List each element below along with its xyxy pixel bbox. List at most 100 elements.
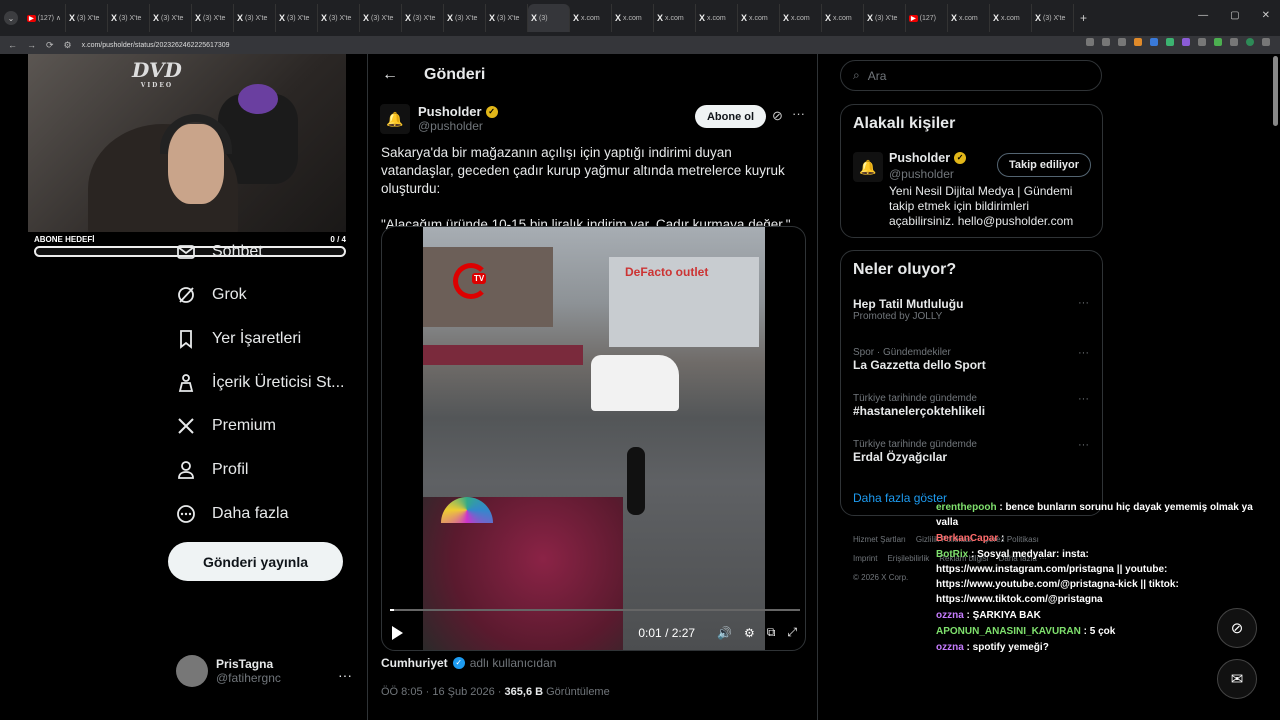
browser-tab[interactable]: X (3) X'te bbox=[234, 4, 276, 32]
browser-tab[interactable]: X (3) X'te bbox=[318, 4, 360, 32]
chat-username[interactable]: ozzna bbox=[936, 610, 964, 621]
extension-icon[interactable] bbox=[1214, 38, 1222, 46]
chat-username[interactable]: ozzna bbox=[936, 642, 964, 653]
nav-bookmarks[interactable]: Yer İşaretleri bbox=[176, 329, 301, 349]
related-handle[interactable]: @pusholder bbox=[889, 167, 954, 181]
browser-tab[interactable]: X (3) X'te bbox=[864, 4, 906, 32]
extension-icon[interactable] bbox=[1182, 38, 1190, 46]
chat-username[interactable]: erenthepooh bbox=[936, 502, 997, 513]
author-handle[interactable]: @pusholder bbox=[418, 119, 498, 133]
extension-icon[interactable] bbox=[1166, 38, 1174, 46]
footer-link[interactable]: Imprint bbox=[853, 554, 877, 563]
trend-more-icon[interactable]: ··· bbox=[1078, 393, 1089, 405]
back-icon[interactable]: ← bbox=[8, 40, 17, 50]
related-name[interactable]: Pusholder bbox=[889, 151, 950, 165]
profile-avatar-icon[interactable] bbox=[1246, 38, 1254, 46]
trend-item[interactable]: Spor · Gündemdekiler La Gazzetta dello Sp… bbox=[853, 347, 1089, 372]
trend-more-icon[interactable]: ··· bbox=[1078, 297, 1089, 309]
volume-icon[interactable]: 🔊 bbox=[717, 626, 732, 640]
nav-sohbet[interactable]: Sohbet bbox=[176, 242, 263, 262]
video-player[interactable]: DeFacto outlet TV 0:01 / 2:27 🔊 ⚙ ⧉ ⤢ bbox=[381, 226, 806, 651]
source-name[interactable]: Cumhuriyet bbox=[381, 656, 448, 670]
browser-tab[interactable]: X (3) bbox=[528, 4, 570, 32]
browser-tab[interactable]: Xx.com bbox=[612, 4, 654, 32]
browser-tab[interactable]: Xx.com bbox=[780, 4, 822, 32]
messages-fab-icon[interactable]: ✉ bbox=[1217, 659, 1257, 699]
account-more-icon[interactable]: ··· bbox=[338, 667, 352, 683]
zoom-icon[interactable] bbox=[1086, 38, 1094, 46]
new-tab-icon[interactable]: + bbox=[1080, 11, 1087, 25]
footer-link[interactable]: Erişilebilirlik bbox=[887, 554, 929, 563]
browser-tab[interactable]: X (3) X'te bbox=[402, 4, 444, 32]
show-more-link[interactable]: Daha fazla göster bbox=[853, 491, 947, 505]
extension-icon[interactable] bbox=[1198, 38, 1206, 46]
forward-icon[interactable]: → bbox=[27, 40, 36, 50]
play-icon[interactable] bbox=[392, 625, 403, 640]
chat-username[interactable]: APONUN_ANASINI_KAVURAN bbox=[936, 626, 1081, 637]
settings-gear-icon[interactable]: ⚙ bbox=[744, 626, 755, 640]
browser-tab[interactable]: ▶ (127) bbox=[906, 4, 948, 32]
browser-tab[interactable]: Xx.com bbox=[696, 4, 738, 32]
browser-tab[interactable]: Xx.com bbox=[738, 4, 780, 32]
trend-item[interactable]: Türkiye tarihinde gündemde #hastanelerçok… bbox=[853, 393, 1089, 418]
nav-creator-studio[interactable]: İçerik Üreticisi St... bbox=[176, 373, 344, 393]
browser-tab[interactable]: X (3) X'te bbox=[150, 4, 192, 32]
subscribe-button[interactable]: Abone ol bbox=[695, 105, 766, 128]
site-info-icon[interactable]: ⚙ bbox=[64, 40, 72, 51]
browser-menu-icon[interactable] bbox=[1262, 38, 1270, 46]
extensions-puzzle-icon[interactable] bbox=[1230, 38, 1238, 46]
browser-tab[interactable]: X (3) X'te bbox=[444, 4, 486, 32]
video-progress[interactable] bbox=[390, 609, 800, 611]
scrollbar[interactable] bbox=[1273, 56, 1278, 126]
post-button[interactable]: Gönderi yayınla bbox=[168, 542, 343, 581]
footer-link[interactable]: Hizmet Şartları bbox=[853, 535, 906, 544]
browser-tab[interactable]: X (3) X'te bbox=[192, 4, 234, 32]
grok-fab-icon[interactable]: ⊘ bbox=[1217, 608, 1257, 648]
nav-profile[interactable]: Profil bbox=[176, 460, 248, 480]
browser-tab[interactable]: X (3) X'te bbox=[1032, 4, 1074, 32]
pip-icon[interactable]: ⧉ bbox=[767, 625, 776, 640]
author-name[interactable]: Pusholder bbox=[418, 104, 482, 119]
tab-search-icon[interactable]: ⌄ bbox=[4, 11, 18, 25]
search-input[interactable]: Ara bbox=[868, 69, 887, 83]
trend-more-icon[interactable]: ··· bbox=[1078, 439, 1089, 451]
browser-tab[interactable]: X (3) X'te bbox=[276, 4, 318, 32]
browser-tab[interactable]: Xx.com bbox=[948, 4, 990, 32]
fullscreen-icon[interactable]: ⤢ bbox=[787, 625, 797, 640]
maximize-icon[interactable]: ▢ bbox=[1230, 10, 1239, 21]
close-window-icon[interactable]: ✕ bbox=[1262, 10, 1270, 21]
account-switcher[interactable]: PrisTagna @fatihergnc bbox=[176, 655, 281, 687]
browser-tab[interactable]: X (3) X'te bbox=[486, 4, 528, 32]
reload-icon[interactable]: ⟳ bbox=[46, 40, 54, 51]
browser-tab[interactable]: Xx.com bbox=[990, 4, 1032, 32]
post-author[interactable]: 🔔 Pusholder ✓ @pusholder bbox=[380, 104, 498, 134]
back-arrow-icon[interactable]: ← bbox=[382, 66, 398, 84]
trend-item[interactable]: Hep Tatil Mutluluğu Promoted by JOLLY ··· bbox=[853, 297, 1089, 322]
extension-icon[interactable] bbox=[1134, 38, 1142, 46]
extension-icon[interactable] bbox=[1150, 38, 1158, 46]
chat-username[interactable]: BotRix bbox=[936, 549, 968, 560]
footer-link[interactable]: © 2026 X Corp. bbox=[853, 573, 908, 582]
url-field[interactable]: x.com/pusholder/status/20232624622256173… bbox=[82, 42, 230, 49]
grok-icon[interactable]: ⊘ bbox=[772, 108, 783, 124]
star-icon[interactable] bbox=[1118, 38, 1126, 46]
pusholder-logo-icon[interactable]: 🔔 bbox=[380, 104, 410, 134]
browser-tab[interactable]: X (3) X'te bbox=[108, 4, 150, 32]
browser-tab[interactable]: Xx.com bbox=[570, 4, 612, 32]
browser-tab[interactable]: X (3) X'te bbox=[66, 4, 108, 32]
minimize-icon[interactable]: — bbox=[1198, 10, 1208, 21]
browser-tab[interactable]: Xx.com bbox=[654, 4, 696, 32]
trend-more-icon[interactable]: ··· bbox=[1078, 347, 1089, 359]
browser-tab[interactable]: ▶ (127) ∧ bbox=[24, 4, 66, 32]
post-timestamp[interactable]: ÖÖ 8:05 · 16 Şub 2026 · bbox=[381, 686, 501, 698]
nav-grok[interactable]: Grok bbox=[176, 285, 247, 305]
following-button[interactable]: Takip ediliyor bbox=[997, 153, 1091, 177]
chat-username[interactable]: BerkanCapar bbox=[936, 533, 998, 544]
trend-item[interactable]: Türkiye tarihinde gündemde Erdal Özyağcıl… bbox=[853, 439, 1089, 464]
nav-premium[interactable]: Premium bbox=[176, 416, 276, 436]
browser-tab[interactable]: Xx.com bbox=[822, 4, 864, 32]
pusholder-logo-icon[interactable]: 🔔 bbox=[853, 152, 883, 182]
search-box[interactable]: ⌕ Ara bbox=[840, 60, 1102, 91]
nav-more[interactable]: Daha fazla bbox=[176, 504, 289, 524]
cast-icon[interactable] bbox=[1102, 38, 1110, 46]
